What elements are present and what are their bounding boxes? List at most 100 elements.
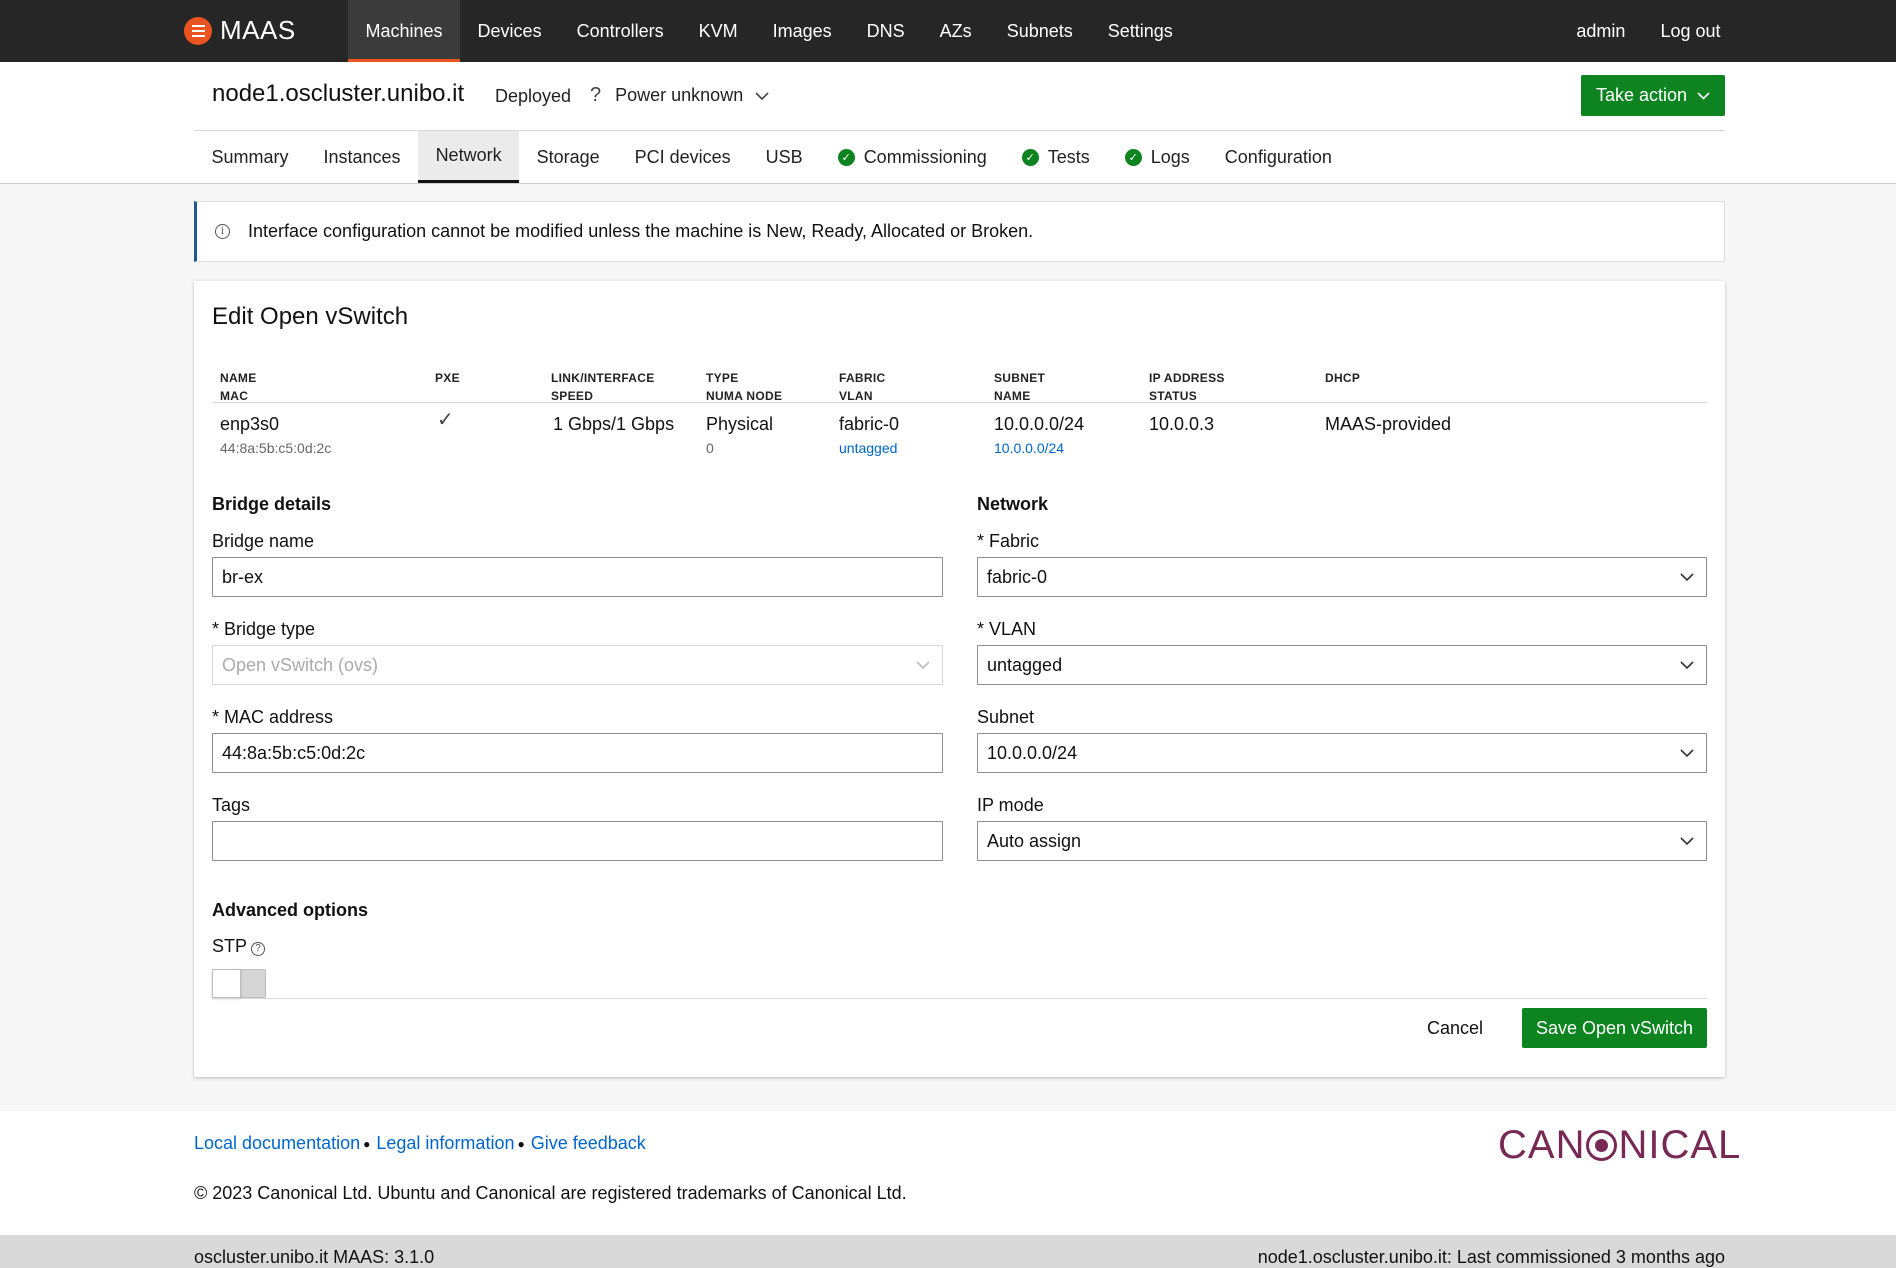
stp-label-text: STP (212, 936, 248, 956)
cell-ip-address: 10.0.0.3 (1149, 414, 1215, 434)
stp-toggle[interactable] (212, 969, 266, 998)
bridge-type-select[interactable]: Open vSwitch (ovs) (212, 645, 943, 685)
cancel-button[interactable]: Cancel (1413, 1008, 1497, 1048)
tab-configuration[interactable]: Configuration (1207, 131, 1349, 183)
cell-type: Physical 0 (706, 413, 773, 459)
interface-table-header: NAME MAC PXE LINK/INTERFACE SPEED TYPE NUMA… (212, 355, 1707, 403)
tab-label: Summary (211, 146, 289, 167)
nav-kvm[interactable]: KVM (681, 0, 755, 62)
column-header-link: LINK/INTERFACE SPEED (551, 369, 655, 405)
power-status-label: Power unknown (615, 85, 744, 105)
header-text: FABRIC (839, 371, 886, 385)
tab-label: Storage (536, 146, 600, 167)
tab-summary[interactable]: Summary (194, 131, 306, 183)
success-check-icon: ✓ (837, 148, 855, 166)
tab-label: Tests (1047, 146, 1090, 167)
subnet-label: Subnet (977, 707, 1035, 727)
separator-dot: ● (517, 1136, 525, 1151)
last-commissioned: Last commissioned 3 months ago (1456, 1247, 1725, 1267)
tab-pci-devices[interactable]: PCI devices (617, 131, 748, 183)
tab-label: Instances (323, 146, 401, 167)
nav-user-admin[interactable]: admin (1559, 0, 1643, 62)
vlan-link[interactable]: untagged (839, 437, 899, 459)
nav-devices[interactable]: Devices (460, 0, 559, 62)
bridge-name-input[interactable]: br-ex (212, 557, 943, 597)
bridge-type-value: Open vSwitch (ovs) (222, 654, 379, 675)
subnet-select[interactable]: 10.0.0.0/24 (977, 733, 1707, 773)
mac-address-input[interactable]: 44:8a:5b:c5:0d:2c (212, 733, 943, 773)
mac-address-label: * MAC address (212, 707, 334, 727)
nav-azs[interactable]: AZs (922, 0, 989, 62)
machine-hostname: node1.oscluster.unibo.it (212, 80, 465, 107)
fabric-select[interactable]: fabric-0 (977, 557, 1707, 597)
subnet-cidr: 10.0.0.0/24 (994, 414, 1085, 434)
notification-message: Interface configuration cannot be modifi… (248, 221, 1034, 241)
region-host: oscluster.unibo.it (194, 1247, 329, 1267)
maas-logo-icon (184, 16, 212, 45)
chevron-down-icon (1680, 830, 1694, 851)
status-bar: oscluster.unibo.it MAAS: 3.1.0 node1.osc… (0, 1235, 1896, 1268)
vlan-value: untagged (987, 654, 1063, 675)
legal-information-link[interactable]: Legal information (376, 1133, 514, 1154)
fabric-label: * Fabric (977, 531, 1040, 551)
header-text: SUBNET (994, 371, 1046, 385)
status-bar-right: node1.oscluster.unibo.it: Last commissio… (1258, 1247, 1725, 1268)
nav-subnets[interactable]: Subnets (989, 0, 1090, 62)
interface-type: Physical (706, 414, 774, 434)
header-text: LINK/INTERFACE (551, 371, 655, 385)
numa-node: 0 (706, 440, 714, 456)
bridge-name-label: Bridge name (212, 531, 315, 551)
save-ovs-button[interactable]: Save Open vSwitch (1522, 1008, 1707, 1048)
pxe-check-icon: ✓ (437, 409, 454, 431)
nav-logout[interactable]: Log out (1643, 0, 1738, 62)
power-dropdown[interactable]: ? Power unknown (590, 84, 769, 107)
nav-settings[interactable]: Settings (1090, 0, 1190, 62)
header-text: DHCP (1325, 371, 1361, 385)
nav-images[interactable]: Images (755, 0, 849, 62)
cell-name: enp3s0 44:8a:5b:c5:0d:2c (220, 413, 331, 459)
copyright-text: © 2023 Canonical Ltd. Ubuntu and Canonic… (194, 1183, 907, 1203)
take-action-button[interactable]: Take action (1581, 75, 1725, 116)
tab-label: Logs (1150, 146, 1190, 167)
page-footer: Local documentation ● Legal information ● … (0, 1111, 1896, 1235)
column-header-type: TYPE NUMA NODE (706, 369, 782, 405)
canonical-logo-part: NICAL (1618, 1123, 1742, 1167)
tab-network[interactable]: Network (418, 131, 520, 183)
tab-storage[interactable]: Storage (519, 131, 617, 183)
vlan-select[interactable]: untagged (977, 645, 1707, 685)
form-title: Edit Open vSwitch (212, 303, 409, 330)
stp-label: STP? (212, 936, 266, 957)
tab-label: Commissioning (863, 146, 987, 167)
nav-dns[interactable]: DNS (849, 0, 922, 62)
ip-mode-label: IP mode (977, 795, 1044, 815)
brand-name: MAAS (220, 15, 296, 45)
nav-controllers[interactable]: Controllers (559, 0, 681, 62)
maas-version: MAAS: 3.1.0 (333, 1247, 435, 1267)
tab-instances[interactable]: Instances (306, 131, 418, 183)
ip-mode-value: Auto assign (987, 830, 1082, 851)
header-text: IP ADDRESS (1149, 371, 1225, 385)
advanced-options-heading: Advanced options (212, 900, 369, 920)
maas-brand[interactable]: MAAS (184, 15, 296, 46)
tags-input[interactable] (212, 821, 943, 861)
tab-usb[interactable]: USB (748, 131, 820, 183)
table-row: enp3s0 44:8a:5b:c5:0d:2c ✓ 1 Gbps/1 Gbps … (212, 403, 1707, 463)
chevron-down-icon (755, 88, 769, 104)
ip-mode-select[interactable]: Auto assign (977, 821, 1707, 861)
primary-nav: Machines Devices Controllers KVM Images … (348, 0, 1190, 62)
chevron-down-icon (1680, 742, 1694, 763)
tab-label: Configuration (1224, 146, 1332, 167)
tab-tests[interactable]: ✓ Tests (1004, 131, 1107, 183)
column-header-name: NAME MAC (220, 369, 257, 405)
give-feedback-link[interactable]: Give feedback (531, 1133, 646, 1154)
vlan-label: * VLAN (977, 619, 1037, 639)
nav-machines[interactable]: Machines (348, 0, 461, 62)
tags-label: Tags (212, 795, 251, 815)
tab-label: PCI devices (634, 146, 731, 167)
success-check-icon: ✓ (1124, 148, 1142, 166)
tab-logs[interactable]: ✓ Logs (1107, 131, 1207, 183)
tab-commissioning[interactable]: ✓ Commissioning (820, 131, 1004, 183)
local-documentation-link[interactable]: Local documentation (194, 1133, 360, 1154)
subnet-link[interactable]: 10.0.0.0/24 (994, 437, 1084, 459)
help-icon[interactable]: ? (251, 941, 266, 956)
